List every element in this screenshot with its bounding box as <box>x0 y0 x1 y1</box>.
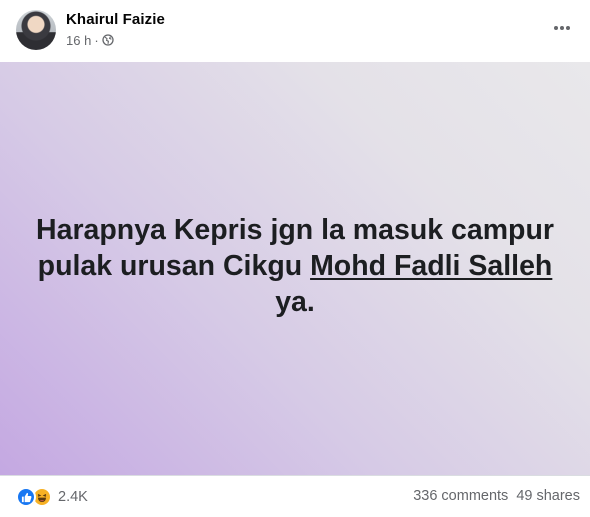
post-background: Harapnya Kepris jgn la masuk campur pula… <box>0 62 590 475</box>
post-text: Harapnya Kepris jgn la masuk campur pula… <box>20 212 570 320</box>
more-options-button[interactable] <box>550 18 574 38</box>
globe-icon[interactable] <box>102 34 114 46</box>
post-text-line-3: ya. <box>275 286 315 318</box>
post-text-line-2-prefix: pulak urusan Cikgu <box>37 250 311 282</box>
meta-separator: · <box>94 32 99 48</box>
user-mention-link[interactable]: Mohd Fadli Salleh <box>310 250 552 282</box>
post-meta: 16 h · <box>66 32 114 48</box>
post-text-line-2: pulak urusan Cikgu Mohd Fadli Salleh <box>20 248 570 284</box>
post-time[interactable]: 16 h <box>66 33 91 48</box>
more-horizontal-icon <box>554 26 570 30</box>
comments-count-link[interactable]: 336 comments <box>413 488 508 504</box>
author-name[interactable]: Khairul Faizie <box>66 11 165 28</box>
shares-count-link[interactable]: 49 shares <box>516 488 580 504</box>
post-stats: 336 comments 49 shares <box>413 488 580 504</box>
reaction-count: 2.4K <box>58 489 88 505</box>
post-header: Khairul Faizie 16 h · <box>0 0 590 62</box>
reactions-summary[interactable]: 2.4K <box>16 486 88 508</box>
post-footer: 2.4K 336 comments 49 shares <box>0 475 590 517</box>
like-reaction-icon <box>16 487 36 507</box>
author-avatar[interactable] <box>16 10 56 50</box>
post-text-line-1: Harapnya Kepris jgn la masuk campur <box>36 214 554 246</box>
